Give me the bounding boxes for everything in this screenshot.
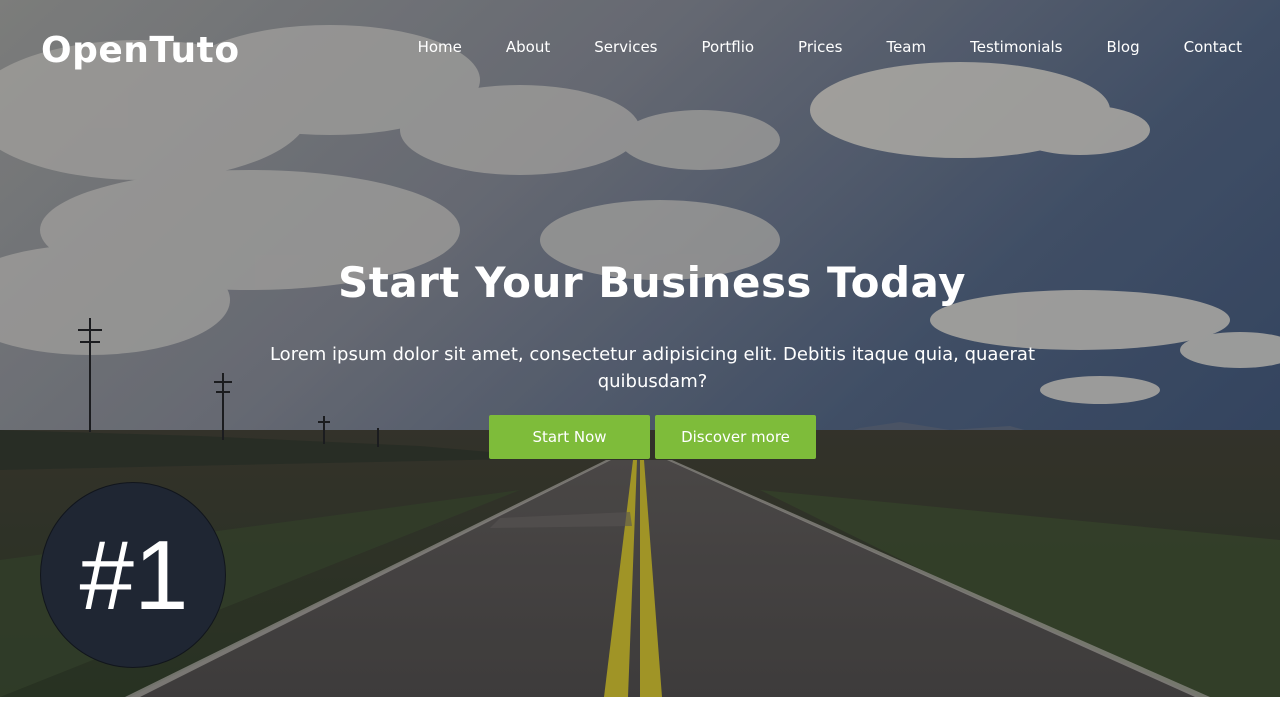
- nav-link-home[interactable]: Home: [396, 38, 484, 56]
- nav-link-team[interactable]: Team: [864, 38, 948, 56]
- site-logo[interactable]: OpenTuto: [41, 30, 240, 71]
- nav-link-testimonials[interactable]: Testimonials: [948, 38, 1084, 56]
- nav-link-contact[interactable]: Contact: [1162, 38, 1264, 56]
- nav-link-about[interactable]: About: [484, 38, 572, 56]
- hero-subtitle: Lorem ipsum dolor sit amet, consectetur …: [269, 344, 1036, 392]
- nav-link-prices[interactable]: Prices: [776, 38, 864, 56]
- main-navigation: Home About Services Portflio Prices Team…: [396, 38, 1264, 56]
- hero-section: OpenTuto Home About Services Portflio Pr…: [0, 0, 1280, 697]
- episode-number: #1: [79, 520, 189, 630]
- hero-title: Start Your Business Today: [338, 258, 966, 307]
- nav-link-services[interactable]: Services: [572, 38, 679, 56]
- page-bottom-edge: [0, 697, 1280, 720]
- nav-link-blog[interactable]: Blog: [1084, 38, 1161, 56]
- start-now-button[interactable]: Start Now: [489, 415, 650, 459]
- nav-link-portfolio[interactable]: Portflio: [680, 38, 777, 56]
- episode-badge: #1: [40, 482, 226, 668]
- discover-more-button[interactable]: Discover more: [655, 415, 816, 459]
